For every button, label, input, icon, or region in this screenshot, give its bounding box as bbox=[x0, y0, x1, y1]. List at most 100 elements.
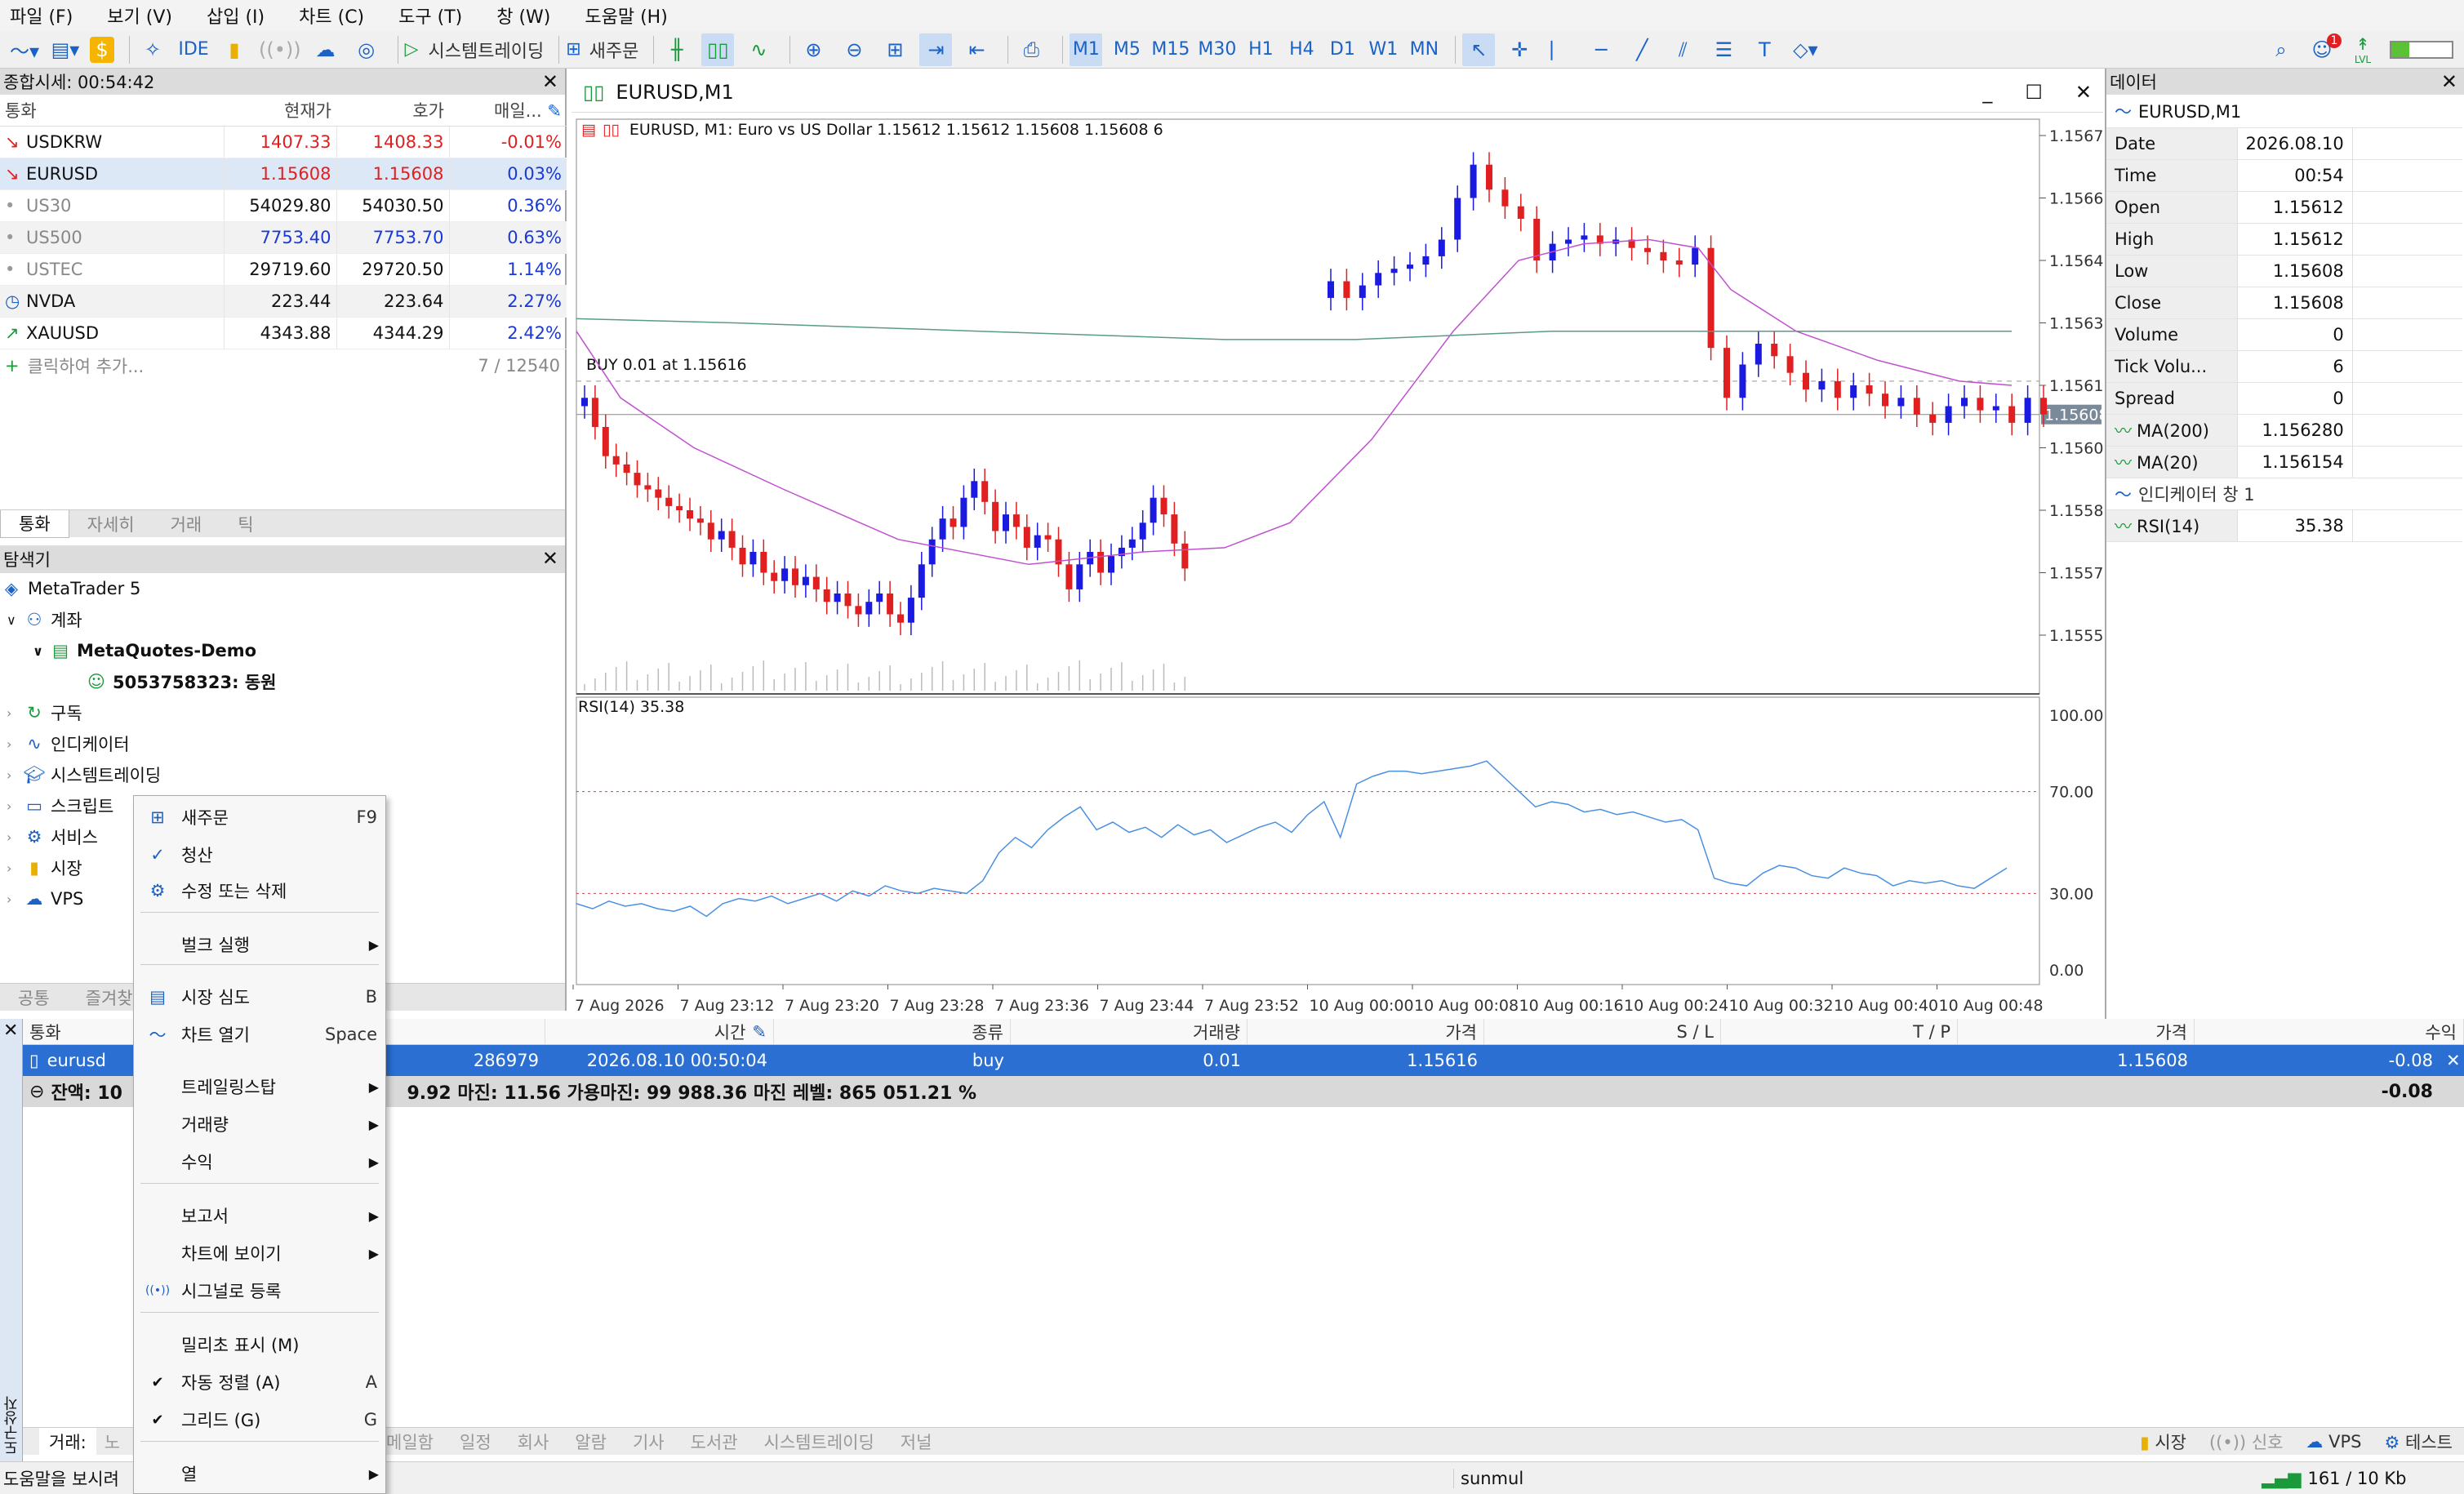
tab-calendar[interactable]: 일정 bbox=[447, 1430, 505, 1454]
tab-common[interactable]: 공통 bbox=[0, 985, 68, 1010]
market-watch-row[interactable]: ↗ XAUUSD 4343.88 4344.29 2.42% bbox=[0, 317, 567, 349]
timeframe-h1[interactable]: H1 bbox=[1244, 33, 1277, 66]
timeframe-m5[interactable]: M5 bbox=[1110, 33, 1143, 66]
timeframe-h4[interactable]: H4 bbox=[1285, 33, 1318, 66]
candle-chart-icon[interactable]: ▯▯ bbox=[701, 33, 735, 66]
trade-row[interactable]: ▯ eurusd 286979 2026.08.10 00:50:04 buy 0… bbox=[23, 1045, 2464, 1076]
nav-item-accounts[interactable]: ∨ ⚇ 계좌 bbox=[7, 604, 82, 635]
context-menu-item[interactable]: 트레일링스탑 ▶ bbox=[134, 1069, 385, 1105]
vertical-line-icon[interactable]: ⎸ bbox=[1544, 33, 1577, 66]
tab-signals[interactable]: ((•)) 신호 bbox=[2198, 1430, 2295, 1454]
col-sl[interactable]: S / L bbox=[1484, 1019, 1721, 1044]
timeframe-m1[interactable]: M1 bbox=[1070, 33, 1103, 66]
nav-item-indicators[interactable]: › ∿ 인디케이터 bbox=[7, 728, 130, 759]
ide-button[interactable]: IDE bbox=[177, 33, 210, 66]
col-time[interactable]: 시간 ✎ bbox=[545, 1019, 774, 1044]
zoom-in-icon[interactable]: ⊕ bbox=[797, 33, 829, 66]
context-menu-item[interactable]: ⊞ 새주문 F9 bbox=[134, 799, 385, 835]
market-watch-row[interactable]: ↘ USDKRW 1407.33 1408.33 -0.01% bbox=[0, 126, 567, 158]
collapse-icon[interactable]: ⊖ bbox=[29, 1082, 44, 1102]
network-icon[interactable]: ◎ bbox=[350, 33, 383, 66]
price-chart[interactable]: 1.15675 1.15660 1.15645 1.15630 1.15615 1.156… bbox=[572, 113, 2103, 1019]
timeframe-w1[interactable]: W1 bbox=[1367, 33, 1399, 66]
nav-item-account-number[interactable]: ☺ 5053758323: 동원 bbox=[85, 666, 276, 697]
channel-icon[interactable]: ⫽ bbox=[1666, 33, 1699, 66]
trade-tp[interactable] bbox=[1721, 1045, 1958, 1076]
text-icon[interactable]: T bbox=[1748, 33, 1781, 66]
trade-sl[interactable] bbox=[1484, 1045, 1721, 1076]
menu-window[interactable]: 창 (W) bbox=[496, 2, 550, 29]
tab-experts[interactable]: 시스템트레이딩 bbox=[751, 1430, 887, 1454]
timeframe-m15[interactable]: M15 bbox=[1151, 33, 1190, 66]
timeframe-mn[interactable]: MN bbox=[1408, 33, 1440, 66]
shapes-icon[interactable]: ◇▾ bbox=[1789, 33, 1821, 66]
chart-shift-icon[interactable]: ⇤ bbox=[960, 33, 993, 66]
nav-item-services[interactable]: › ⚙ 서비스 bbox=[7, 821, 98, 852]
timeframe-d1[interactable]: D1 bbox=[1326, 33, 1359, 66]
nav-item-metatrader[interactable]: ◈ MetaTrader 5 bbox=[0, 573, 140, 604]
minimize-icon[interactable]: _ bbox=[1982, 81, 1992, 104]
dollar-icon[interactable]: $ bbox=[90, 36, 114, 63]
tab-library[interactable]: 도서관 bbox=[678, 1430, 751, 1454]
tab-trading[interactable]: 거래 bbox=[153, 512, 220, 536]
tab-trade[interactable]: 거래: bbox=[39, 1427, 96, 1456]
context-menu-item[interactable]: ⚙ 수정 또는 삭제 bbox=[134, 873, 385, 909]
tab-symbols[interactable]: 통화 bbox=[0, 509, 69, 538]
context-menu-item[interactable]: 벌크 실행 ▶ bbox=[134, 927, 385, 963]
autoscroll-icon[interactable]: ⇥ bbox=[919, 33, 953, 66]
timeframe-m30[interactable]: M30 bbox=[1198, 33, 1236, 66]
col-symbol[interactable]: 통화 bbox=[0, 95, 224, 127]
context-menu-item[interactable]: ✔ 자동 정렬 (A) A bbox=[134, 1364, 385, 1400]
toolbox-close-icon[interactable]: ✕ bbox=[3, 1020, 18, 1041]
nav-item-experts[interactable]: › 🎓︎ 시스템트레이딩 bbox=[7, 759, 161, 790]
market-watch-row[interactable]: • US30 54029.80 54030.50 0.36% bbox=[0, 189, 567, 222]
col-change[interactable]: 매일... ✎ bbox=[449, 95, 567, 127]
signals-icon[interactable]: ((•)) bbox=[259, 33, 301, 66]
edit-icon[interactable]: ✎ bbox=[752, 1022, 767, 1042]
cloud-icon[interactable]: ☁ bbox=[309, 33, 342, 66]
horizontal-line-icon[interactable]: ─ bbox=[1585, 33, 1617, 66]
context-menu-item[interactable]: ((•)) 시그널로 등록 bbox=[134, 1273, 385, 1309]
context-menu-item[interactable]: ✓ 청산 bbox=[134, 837, 385, 873]
nav-item-subscriptions[interactable]: › ↻ 구독 bbox=[7, 697, 82, 728]
menu-file[interactable]: 파일 (F) bbox=[10, 2, 73, 29]
close-icon[interactable]: ✕ bbox=[2075, 81, 2092, 104]
line-chart-icon[interactable]: ∿ bbox=[742, 33, 775, 66]
maximize-icon[interactable]: ☐ bbox=[2025, 81, 2043, 104]
market-watch-row[interactable]: • US500 7753.40 7753.70 0.63% bbox=[0, 221, 567, 254]
close-icon[interactable]: ✕ bbox=[542, 547, 558, 570]
nav-item-server[interactable]: ∨ ▤ MetaQuotes-Demo bbox=[33, 635, 256, 666]
nav-item-vps[interactable]: › ☁ VPS bbox=[7, 883, 83, 914]
col-volume[interactable]: 거래량 bbox=[1011, 1019, 1248, 1044]
toolbox-vertical-tab[interactable]: ✕ 도구상자 bbox=[0, 1019, 23, 1461]
market-watch-row[interactable]: • USTEC 29719.60 29720.50 1.14% bbox=[0, 253, 567, 286]
market-watch-row[interactable]: ↘ EURUSD 1.15608 1.15608 0.03% bbox=[0, 158, 567, 190]
trendline-icon[interactable]: ╱ bbox=[1626, 33, 1658, 66]
tab-ticks[interactable]: 틱 bbox=[220, 512, 271, 536]
tab-vps[interactable]: ☁ VPS bbox=[2294, 1432, 2373, 1452]
tab-exposure[interactable]: 노 bbox=[96, 1430, 128, 1454]
fibo-icon[interactable]: ☰ bbox=[1707, 33, 1740, 66]
market-watch-row[interactable]: ◷ NVDA 223.44 223.64 2.27% bbox=[0, 285, 567, 318]
tab-details[interactable]: 자세히 bbox=[69, 512, 153, 536]
menu-chart[interactable]: 차트 (C) bbox=[299, 2, 364, 29]
context-menu-item[interactable]: 수익 ▶ bbox=[134, 1144, 385, 1180]
col-current-price[interactable]: 가격 bbox=[1958, 1019, 2195, 1044]
new-chart-icon[interactable]: 〜▾ bbox=[8, 33, 41, 66]
close-icon[interactable]: ✕ bbox=[542, 70, 558, 93]
new-order-button[interactable]: ⊞ 새주문 bbox=[566, 33, 638, 66]
close-position-icon[interactable]: ✕ bbox=[2440, 1045, 2464, 1076]
col-bid[interactable]: 현재가 bbox=[224, 95, 336, 127]
ai-star-icon[interactable]: ✧ bbox=[136, 33, 169, 66]
close-icon[interactable]: ✕ bbox=[2441, 70, 2457, 93]
nav-item-market[interactable]: › ▮ 시장 bbox=[7, 852, 82, 883]
level-icon[interactable]: ↟ LVL bbox=[2346, 33, 2379, 66]
context-menu-item[interactable]: ▤ 시장 심도 B bbox=[134, 979, 385, 1015]
menu-insert[interactable]: 삽입 (I) bbox=[207, 2, 265, 29]
nav-item-scripts[interactable]: › ▭ 스크립트 bbox=[7, 790, 113, 821]
market-bag-icon[interactable]: ▮ bbox=[218, 33, 251, 66]
col-ask[interactable]: 호가 bbox=[336, 95, 449, 127]
col-type[interactable]: 종류 bbox=[774, 1019, 1011, 1044]
col-profit[interactable]: 수익 bbox=[2195, 1019, 2464, 1044]
profiles-icon[interactable]: ▤▾ bbox=[49, 33, 82, 66]
